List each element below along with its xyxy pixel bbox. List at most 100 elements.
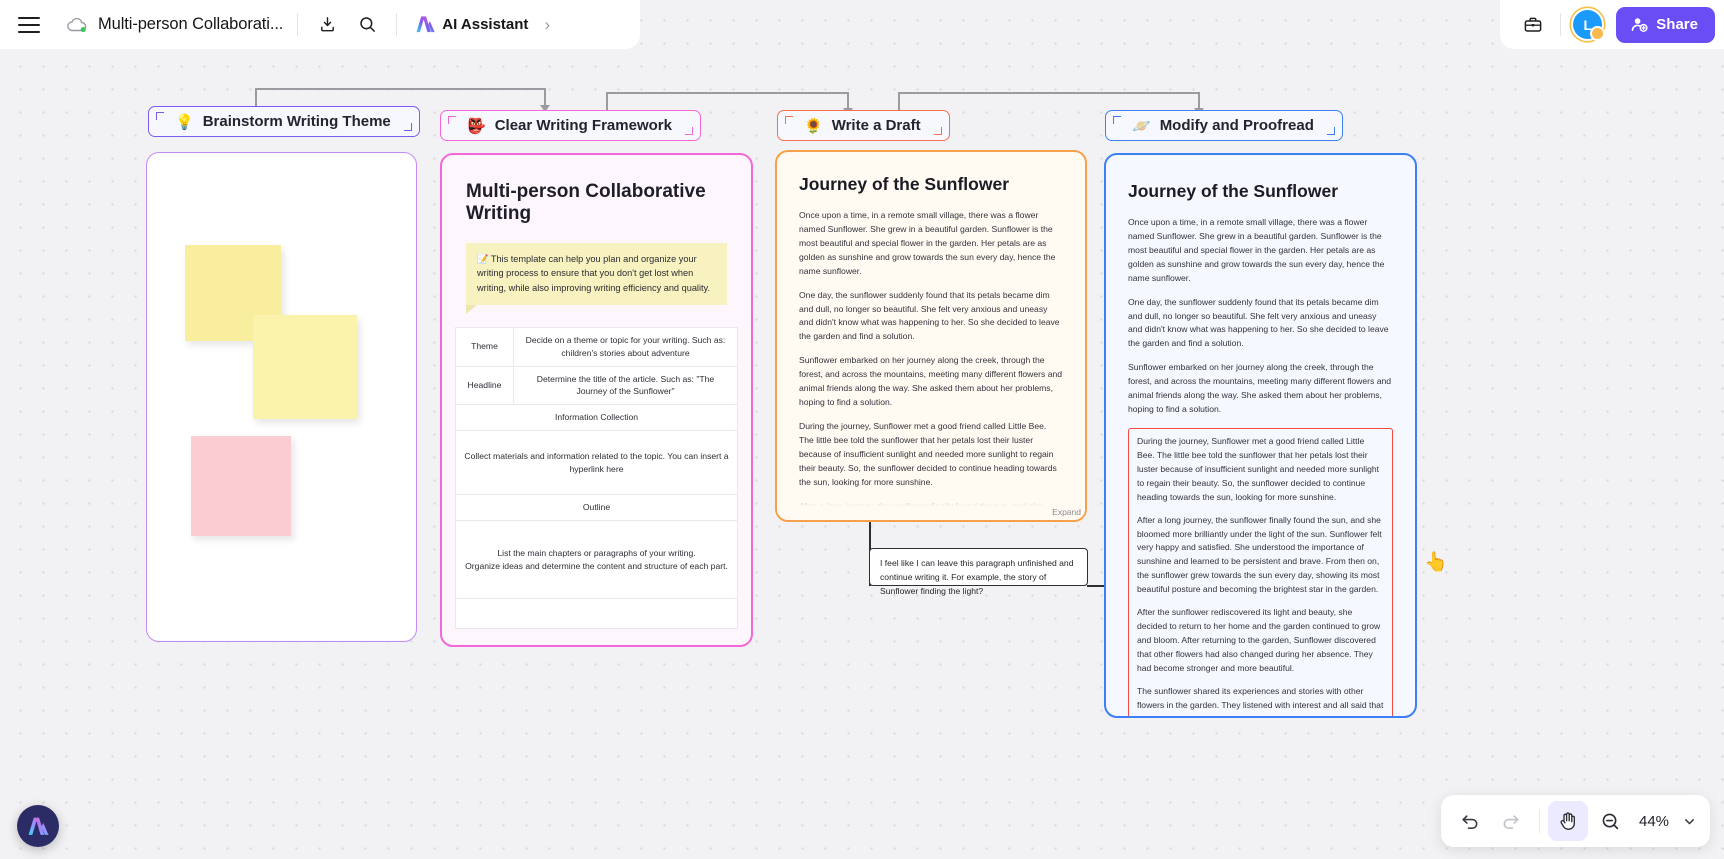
download-icon[interactable] xyxy=(312,10,342,40)
redo-icon[interactable] xyxy=(1491,801,1531,841)
section-header-outline: Outline xyxy=(455,494,738,522)
row-key: Theme xyxy=(455,326,514,367)
card-brainstorm[interactable] xyxy=(146,152,417,642)
ai-assistant-label: AI Assistant xyxy=(442,16,529,33)
expand-label[interactable]: Expand xyxy=(1052,507,1081,517)
divider xyxy=(396,13,398,36)
document-title-group[interactable]: Multi-person Collaborati... xyxy=(66,15,283,34)
hand-tool-icon[interactable] xyxy=(1548,801,1588,841)
divider xyxy=(1560,13,1562,36)
row-key: Headline xyxy=(455,365,514,406)
section-body-outline[interactable]: List the main chapters or paragraphs of … xyxy=(455,520,738,600)
connector-line xyxy=(606,92,608,112)
section-header-info: Information Collection xyxy=(455,404,738,432)
corner-mark-icon xyxy=(448,116,456,124)
sunflower-icon: 🌻 xyxy=(804,117,823,135)
undo-icon[interactable] xyxy=(1449,801,1489,841)
zoom-out-icon[interactable] xyxy=(1590,801,1630,841)
template-callout: 📝 This template can help you plan and or… xyxy=(466,243,727,314)
ogre-icon: 👺 xyxy=(467,117,486,135)
proof-paragraph[interactable]: The sunflower shared its experiences and… xyxy=(1137,685,1384,716)
expand-control[interactable]: Expand xyxy=(777,490,1085,520)
sticky-note[interactable] xyxy=(191,436,291,536)
corner-mark-icon xyxy=(1113,116,1121,124)
draft-paragraph[interactable]: One day, the sunflower suddenly found th… xyxy=(799,289,1063,345)
comment-text: I feel like I can leave this paragraph u… xyxy=(880,558,1074,596)
divider xyxy=(297,13,299,36)
topbar-right: L Share xyxy=(1500,0,1724,49)
connector-line xyxy=(606,92,849,94)
connector-line xyxy=(898,92,1200,94)
corner-mark-icon xyxy=(933,127,942,135)
lightbulb-icon: 💡 xyxy=(175,113,194,131)
draft-paragraph[interactable]: Once upon a time, in a remote small vill… xyxy=(799,209,1063,279)
corner-mark-icon xyxy=(684,127,693,135)
sticky-note[interactable] xyxy=(253,315,357,419)
callout-text: 📝 This template can help you plan and or… xyxy=(477,254,711,293)
topbar-left: Multi-person Collaborati... AI Assistant… xyxy=(0,0,640,49)
share-person-icon xyxy=(1632,18,1648,32)
infinite-canvas[interactable]: 💡 Brainstorm Writing Theme 👺 Clear Writi… xyxy=(0,0,1724,859)
proof-paragraph[interactable]: One day, the sunflower suddenly found th… xyxy=(1128,296,1393,352)
table-row[interactable]: Information Collection xyxy=(455,404,738,432)
card-framework[interactable]: Multi-person Collaborative Writing 📝 Thi… xyxy=(440,153,753,647)
chip-label: Modify and Proofread xyxy=(1159,117,1314,134)
avatar[interactable]: L xyxy=(1573,10,1606,41)
chevron-down-icon[interactable] xyxy=(1678,801,1700,841)
pointing-hand-cursor: 👆 xyxy=(1424,552,1448,573)
proof-paragraph[interactable]: During the journey, Sunflower met a good… xyxy=(1137,435,1384,505)
template-table[interactable]: Theme Decide on a theme or topic for you… xyxy=(455,326,738,630)
table-row[interactable]: Headline Determine the title of the arti… xyxy=(455,365,738,406)
card2-title: Multi-person Collaborative Writing xyxy=(466,181,706,224)
section-chip-draft[interactable]: 🌻 Write a Draft xyxy=(777,110,950,141)
table-row[interactable]: Collect materials and information relate… xyxy=(455,430,738,496)
card-draft[interactable]: Journey of the Sunflower Once upon a tim… xyxy=(775,150,1087,522)
proof-paragraph[interactable]: Once upon a time, in a remote small vill… xyxy=(1128,216,1393,286)
table-row[interactable]: List the main chapters or paragraphs of … xyxy=(455,520,738,600)
table-row[interactable] xyxy=(455,598,738,630)
cloud-sync-icon xyxy=(66,17,88,33)
proof-highlight-box[interactable]: During the journey, Sunflower met a good… xyxy=(1128,427,1393,716)
draft-paragraph[interactable]: Sunflower embarked on her journey along … xyxy=(799,354,1063,410)
draft-paragraph[interactable]: During the journey, Sunflower met a good… xyxy=(799,420,1063,490)
zoom-level[interactable]: 44% xyxy=(1632,813,1676,830)
bottom-toolbar: 44% xyxy=(1441,795,1710,847)
table-row[interactable]: Outline xyxy=(455,494,738,522)
table-row[interactable]: Theme Decide on a theme or topic for you… xyxy=(455,326,738,367)
chip-label: Write a Draft xyxy=(831,117,921,134)
ringed-planet-icon: 🪐 xyxy=(1132,117,1151,135)
ai-assistant-button[interactable]: AI Assistant › xyxy=(411,11,554,39)
briefcase-icon[interactable] xyxy=(1518,10,1548,40)
section-chip-proofread[interactable]: 🪐 Modify and Proofread xyxy=(1105,110,1343,141)
hamburger-icon[interactable] xyxy=(18,16,40,33)
proof-paragraph[interactable]: After the sunflower rediscovered its lig… xyxy=(1137,606,1384,676)
row-value[interactable]: Determine the title of the article. Such… xyxy=(513,365,738,406)
chip-label: Clear Writing Framework xyxy=(494,117,672,134)
corner-mark-icon xyxy=(1326,127,1335,135)
share-label: Share xyxy=(1656,16,1698,33)
section-body-info[interactable]: Collect materials and information relate… xyxy=(455,430,738,496)
card3-title: Journey of the Sunflower xyxy=(799,174,1010,194)
proof-paragraph[interactable]: Sunflower embarked on her journey along … xyxy=(1128,361,1393,417)
chip-label: Brainstorm Writing Theme xyxy=(202,113,391,130)
ai-fab-button[interactable] xyxy=(17,805,59,847)
corner-mark-icon xyxy=(156,112,164,120)
card4-title: Journey of the Sunflower xyxy=(1128,181,1339,201)
row-value[interactable]: Decide on a theme or topic for your writ… xyxy=(513,326,738,367)
ai-logo-icon xyxy=(28,817,49,835)
share-button[interactable]: Share xyxy=(1616,6,1715,43)
divider xyxy=(1539,809,1540,833)
search-icon[interactable] xyxy=(352,10,382,40)
corner-mark-icon xyxy=(403,123,412,131)
comment-callout[interactable]: I feel like I can leave this paragraph u… xyxy=(869,548,1088,596)
section-chip-framework[interactable]: 👺 Clear Writing Framework xyxy=(440,110,701,141)
empty-cell[interactable] xyxy=(455,598,738,630)
chevron-right-icon[interactable]: › xyxy=(544,15,550,35)
ai-logo-icon xyxy=(416,16,435,33)
connector-line xyxy=(255,88,545,90)
proof-paragraph[interactable]: After a long journey, the sunflower fina… xyxy=(1137,514,1384,598)
corner-mark-icon xyxy=(785,116,793,124)
card-proofread[interactable]: Journey of the Sunflower Once upon a tim… xyxy=(1104,153,1417,718)
document-title[interactable]: Multi-person Collaborati... xyxy=(98,15,283,34)
section-chip-brainstorm[interactable]: 💡 Brainstorm Writing Theme xyxy=(148,106,420,137)
